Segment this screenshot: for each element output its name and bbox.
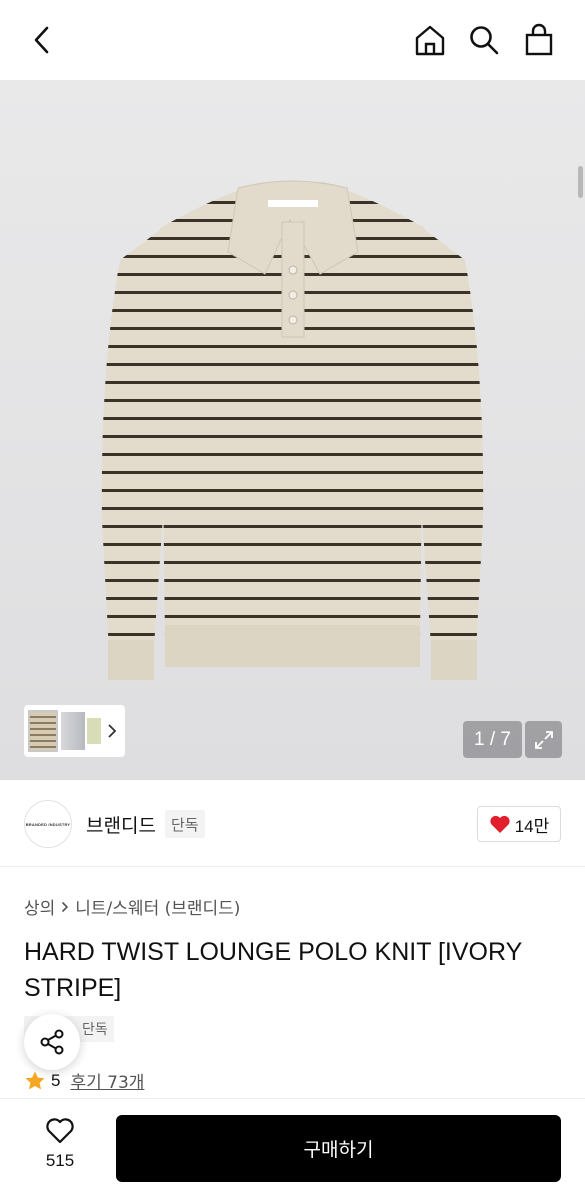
star-icon: [25, 1071, 45, 1089]
expand-icon[interactable]: [525, 721, 562, 758]
product-image: [101, 180, 484, 680]
back-arrow-icon[interactable]: [22, 20, 62, 60]
thumbnail-3[interactable]: [87, 718, 101, 744]
exclusive-badge: 단독: [165, 810, 205, 838]
wishlist-count: 515: [45, 1151, 75, 1170]
bottom-action-bar: 515 구매하기: [0, 1098, 585, 1200]
shopping-bag-icon[interactable]: [519, 20, 559, 60]
brand-like-button[interactable]: 14만: [477, 806, 561, 842]
chevron-right-icon: [61, 901, 69, 913]
share-button[interactable]: [24, 1014, 80, 1070]
thumbnail-1[interactable]: [28, 710, 58, 752]
rating-row: 5 후기 73개: [24, 1068, 144, 1093]
top-navigation-bar: [0, 0, 585, 80]
thumbnail-2[interactable]: [61, 712, 85, 750]
product-title: HARD TWIST LOUNGE POLO KNIT [IVORY STRIP…: [24, 938, 522, 1002]
search-icon[interactable]: [464, 20, 504, 60]
thumbnail-strip[interactable]: [24, 705, 125, 757]
heart-outline-icon: [46, 1118, 74, 1144]
page-scrollbar[interactable]: [578, 166, 583, 198]
breadcrumb-subcategory[interactable]: 니트/스웨터 (브랜디드): [75, 894, 240, 919]
breadcrumb-category[interactable]: 상의: [24, 894, 55, 919]
brand-name[interactable]: 브랜디드: [86, 811, 156, 838]
review-link[interactable]: 후기 73개: [70, 1068, 144, 1093]
like-count: 14만: [514, 816, 550, 836]
buy-button[interactable]: 구매하기: [116, 1115, 561, 1182]
rating-score: 5: [51, 1070, 61, 1090]
share-icon: [40, 1029, 64, 1055]
image-pager: 1 / 7: [463, 721, 522, 758]
product-image-carousel[interactable]: 1 / 7: [0, 80, 585, 780]
chevron-right-icon[interactable]: [107, 723, 117, 739]
wishlist-button[interactable]: 515: [28, 1117, 92, 1171]
brand-logo[interactable]: BRANDED INDUSTRY: [24, 800, 72, 848]
breadcrumb: 상의 니트/스웨터 (브랜디드): [24, 894, 240, 919]
heart-icon: [490, 815, 510, 833]
home-icon[interactable]: [410, 20, 450, 60]
